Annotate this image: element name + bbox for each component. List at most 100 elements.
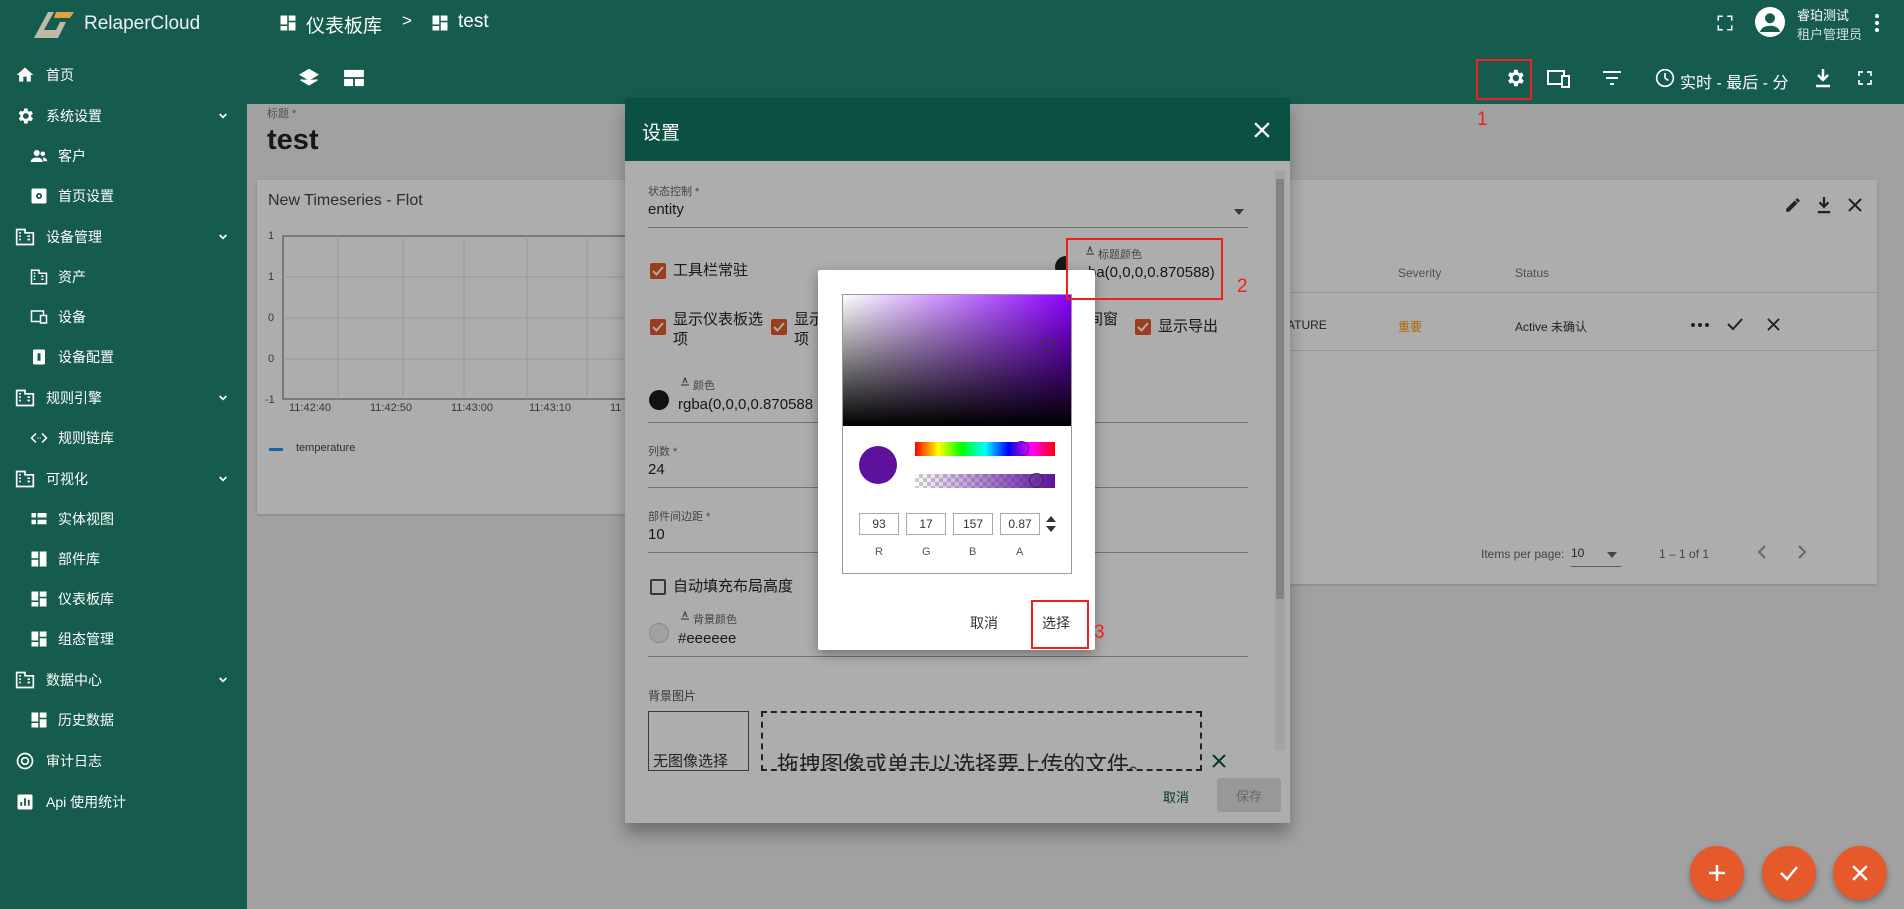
logo-icon xyxy=(34,12,74,38)
sidebar-item-scada[interactable]: 组态管理 xyxy=(0,619,247,659)
alpha-handle[interactable] xyxy=(1029,473,1044,488)
clock-icon xyxy=(1655,68,1675,88)
sidebar-item-label: 系统设置 xyxy=(46,108,102,124)
breadcrumb-current: test xyxy=(458,11,489,32)
sidebar-item-label: Api 使用统计 xyxy=(46,794,127,810)
layers-icon[interactable] xyxy=(299,68,319,88)
people-icon xyxy=(28,143,50,169)
sidebar-item-customers[interactable]: 客户 xyxy=(0,136,247,176)
chevron-down-icon xyxy=(219,113,227,119)
dashboard-icon xyxy=(432,15,448,31)
avatar[interactable] xyxy=(1755,7,1785,37)
dashboard-icon xyxy=(28,586,50,612)
annotation-box-1 xyxy=(1476,59,1532,100)
user-role: 租户管理员 xyxy=(1797,27,1863,42)
chevron-down-icon xyxy=(219,476,227,482)
history-icon xyxy=(28,707,50,733)
sidebar-item-label: 规则链库 xyxy=(58,430,114,446)
sidebar-item-system-settings[interactable]: 系统设置 xyxy=(0,96,247,136)
sidebar-item-data-center[interactable]: 数据中心 xyxy=(0,660,247,700)
dashboard-icon xyxy=(280,15,296,31)
building-icon xyxy=(12,385,38,411)
track-icon xyxy=(12,748,38,774)
annotation-box-3 xyxy=(1031,600,1089,649)
sidebar-item-label: 组态管理 xyxy=(58,631,114,647)
saturation-handle[interactable] xyxy=(1042,338,1056,352)
discard-changes-button[interactable] xyxy=(1833,846,1887,900)
picker-cancel-button[interactable]: 取消 xyxy=(970,613,998,633)
code-icon xyxy=(28,425,50,451)
current-color-preview xyxy=(859,446,897,484)
sidebar-item-visualization[interactable]: 可视化 xyxy=(0,459,247,499)
hue-handle[interactable] xyxy=(1014,441,1029,456)
sidebar-item-label: 设备 xyxy=(58,309,86,325)
sidebar-item-home-settings[interactable]: 首页设置 xyxy=(0,176,247,216)
sidebar-item-label: 仪表板库 xyxy=(58,591,114,607)
sidebar-item-devices[interactable]: 设备 xyxy=(0,297,247,337)
blue-input[interactable]: 157 xyxy=(953,513,993,535)
sidebar-item-api-usage[interactable]: Api 使用统计 xyxy=(0,782,247,822)
sidebar-item-audit-logs[interactable]: 审计日志 xyxy=(0,741,247,781)
breadcrumb-parent[interactable]: 仪表板库 xyxy=(306,11,382,38)
timewindow-button[interactable]: 实时 - 最后 - 分 xyxy=(1680,69,1788,93)
sidebar-item-device-management[interactable]: 设备管理 xyxy=(0,217,247,257)
gear-box-icon xyxy=(28,183,50,209)
annotation-number-1: 1 xyxy=(1477,109,1488,130)
sidebar-item-label: 数据中心 xyxy=(46,672,102,688)
app-logo[interactable]: RelaperCloud xyxy=(30,4,200,44)
saturation-area[interactable] xyxy=(843,295,1071,426)
widgets-icon xyxy=(28,546,50,572)
close-icon[interactable] xyxy=(1254,122,1270,138)
layout-icon[interactable] xyxy=(343,69,365,87)
sidebar-item-assets[interactable]: 资产 xyxy=(0,257,247,297)
sidebar-item-label: 首页设置 xyxy=(58,188,114,204)
fullscreen-icon[interactable] xyxy=(1716,14,1734,32)
color-picker-popup: 93 17 157 0.87 R G B A 取消 选择 xyxy=(818,270,1095,650)
device-profile-icon xyxy=(28,344,50,370)
view-icon xyxy=(28,506,50,532)
user-name: 睿珀测试 xyxy=(1797,8,1850,23)
breadcrumb-separator: > xyxy=(402,11,412,30)
building-icon xyxy=(12,667,38,693)
fullscreen-icon[interactable] xyxy=(1857,70,1873,86)
sidebar-item-label: 首页 xyxy=(46,67,74,83)
plus-icon xyxy=(1709,865,1725,881)
add-widget-button[interactable] xyxy=(1690,846,1744,900)
alpha-input[interactable]: 0.87 xyxy=(1000,513,1040,535)
sidebar-item-label: 资产 xyxy=(58,269,86,285)
gear-icon xyxy=(12,103,38,129)
dialog-title: 设置 xyxy=(642,123,681,144)
sidebar-item-label: 审计日志 xyxy=(46,753,102,769)
alpha-label: A xyxy=(1016,546,1024,558)
more-vert-icon[interactable] xyxy=(1874,13,1880,33)
sidebar-item-entity-views[interactable]: 实体视图 xyxy=(0,499,247,539)
devices-icon[interactable] xyxy=(1547,69,1571,89)
green-input[interactable]: 17 xyxy=(906,513,946,535)
red-input[interactable]: 93 xyxy=(859,513,899,535)
chevron-down-icon xyxy=(219,395,227,401)
chevron-down-icon xyxy=(219,234,227,240)
sidebar-item-rule-chains[interactable]: 规则链库 xyxy=(0,418,247,458)
sidebar-item-home[interactable]: 首页 xyxy=(0,55,247,95)
sidebar-item-label: 可视化 xyxy=(46,471,88,487)
building-icon xyxy=(12,466,38,492)
sidebar-item-label: 设备管理 xyxy=(46,229,102,245)
check-icon xyxy=(1780,866,1798,881)
sidebar-item-rule-engine[interactable]: 规则引擎 xyxy=(0,378,247,418)
sidebar-item-widgets[interactable]: 部件库 xyxy=(0,539,247,579)
sidebar-item-device-profiles[interactable]: 设备配置 xyxy=(0,337,247,377)
apply-changes-button[interactable] xyxy=(1762,846,1816,900)
hue-slider[interactable] xyxy=(915,442,1055,456)
sidebar-item-dashboards[interactable]: 仪表板库 xyxy=(0,579,247,619)
download-icon[interactable] xyxy=(1814,68,1832,88)
sidebar-item-label: 设备配置 xyxy=(58,349,114,365)
filter-icon[interactable] xyxy=(1602,70,1622,86)
sidebar-item-history[interactable]: 历史数据 xyxy=(0,700,247,740)
mode-switch-arrows-icon[interactable] xyxy=(1046,516,1056,532)
chevron-down-icon xyxy=(219,677,227,683)
dashboard-toolbar: 实时 - 最后 - 分 xyxy=(247,46,1904,104)
dialog-header: 设置 xyxy=(625,98,1290,161)
sidebar-item-label: 规则引擎 xyxy=(46,390,102,406)
sidebar: RelaperCloud 首页 系统设置 客户 首页设置 设备管理 资产 设备 … xyxy=(0,0,247,909)
blue-label: B xyxy=(969,546,977,558)
